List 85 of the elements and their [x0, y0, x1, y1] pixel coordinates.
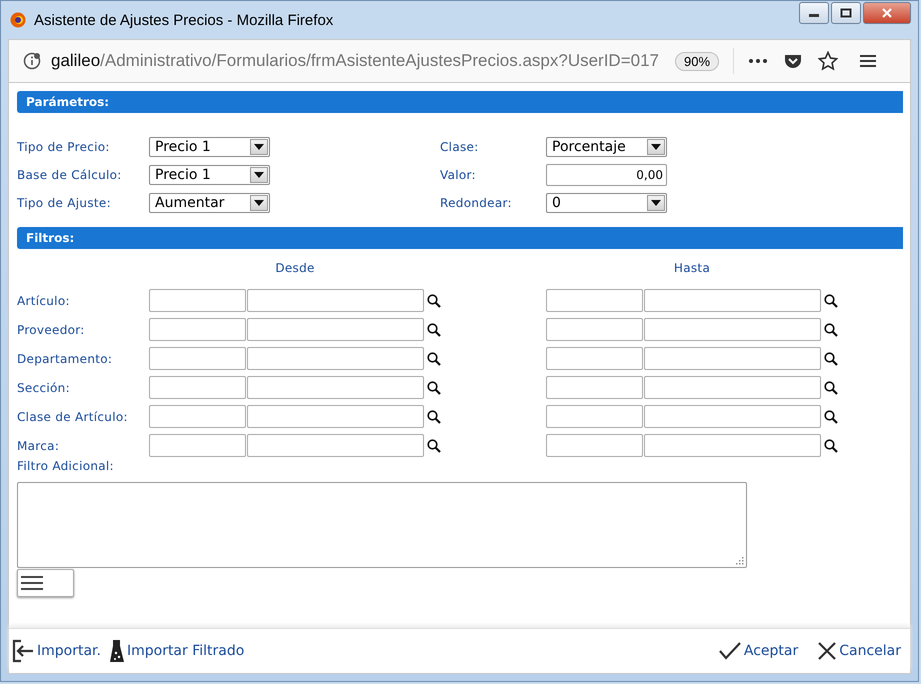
search-icon[interactable] [427, 352, 441, 366]
input-field[interactable] [546, 318, 643, 341]
search-icon[interactable] [824, 352, 838, 366]
search-icon[interactable] [824, 322, 838, 336]
field-label: Tipo de Ajuste: [17, 196, 112, 210]
flask-icon [110, 639, 124, 663]
field-label: Base de Cálculo: [17, 168, 123, 182]
search-icon[interactable] [824, 438, 838, 452]
check-icon [718, 642, 741, 660]
input-field[interactable] [644, 434, 821, 457]
section-header: Parámetros: [17, 91, 903, 113]
dropdown[interactable]: Porcentaje [546, 137, 667, 157]
action-button[interactable]: Aceptar [718, 642, 798, 660]
action-button[interactable]: Cancelar [818, 642, 901, 660]
more-icon[interactable] [748, 58, 768, 64]
star-icon[interactable] [818, 51, 838, 71]
pocket-icon[interactable] [784, 52, 802, 70]
resize-grip-icon[interactable] [735, 556, 744, 565]
input-field[interactable] [247, 376, 424, 399]
menu-icon[interactable] [860, 54, 876, 68]
input-field[interactable] [247, 347, 424, 370]
section-header: Filtros: [17, 227, 903, 249]
field-label: Clase de Artículo: [17, 410, 129, 424]
search-icon[interactable] [427, 438, 441, 452]
maximize-icon [840, 8, 852, 18]
dropdown[interactable]: Aumentar [149, 193, 270, 213]
input-field[interactable] [644, 289, 821, 312]
input-field[interactable] [644, 405, 821, 428]
input-field[interactable] [546, 405, 643, 428]
column-header: Desde [274, 260, 316, 275]
minimize-button[interactable] [799, 2, 829, 24]
input-field[interactable] [149, 318, 246, 341]
menu-button[interactable] [17, 569, 74, 597]
close-icon [818, 642, 836, 660]
search-icon[interactable] [824, 294, 838, 308]
field-label: Artículo: [17, 294, 71, 308]
input-field[interactable] [546, 289, 643, 312]
input-field[interactable] [149, 434, 246, 457]
input-field[interactable] [149, 376, 246, 399]
window-title: Asistente de Ajustes Precios - Mozilla Firefox [34, 12, 334, 28]
field-label: Valor: [440, 168, 477, 182]
search-icon[interactable] [427, 410, 441, 424]
maximize-button[interactable] [831, 2, 861, 24]
field-label: Marca: [17, 438, 60, 452]
search-icon[interactable] [427, 294, 441, 308]
input-field[interactable] [644, 376, 821, 399]
input-field[interactable] [247, 405, 424, 428]
input-field[interactable] [247, 289, 424, 312]
dropdown[interactable]: Precio 1 [149, 137, 270, 157]
field-label: Tipo de Precio: [17, 140, 111, 154]
import-icon [12, 639, 34, 663]
input-field[interactable] [546, 434, 643, 457]
search-icon[interactable] [824, 410, 838, 424]
search-icon[interactable] [427, 380, 441, 394]
search-icon[interactable] [427, 322, 441, 336]
browser-logo-icon [10, 12, 26, 28]
input-field[interactable] [247, 318, 424, 341]
field-label: Filtro Adicional: [17, 459, 115, 473]
input-field[interactable] [149, 347, 246, 370]
info-icon[interactable] [23, 52, 41, 70]
dropdown[interactable]: 0 [546, 193, 667, 213]
zoom-badge[interactable]: 90% [675, 52, 720, 70]
input-field[interactable] [247, 434, 424, 457]
address-bar[interactable]: galileo/Administrativo/Formularios/frmAsistenteAjustesPrecios.aspx?UserID=017 90% [8, 39, 911, 82]
input-field[interactable]: 0,00 [546, 164, 667, 186]
input-field[interactable] [644, 347, 821, 370]
url-text: galileo/Administrativo/Formularios/frmAsistenteAjustesPrecios.aspx?UserID=017 [51, 51, 659, 71]
input-field[interactable] [546, 376, 643, 399]
input-field[interactable] [644, 318, 821, 341]
field-label: Departamento: [17, 352, 114, 366]
input-field[interactable] [149, 405, 246, 428]
field-label: Proveedor: [17, 322, 86, 336]
input-field[interactable] [546, 347, 643, 370]
field-label: Clase: [440, 140, 480, 154]
field-label: Redondear: [440, 196, 513, 210]
search-icon[interactable] [824, 380, 838, 394]
action-button[interactable]: Importar. [12, 639, 101, 663]
menu-icon [20, 575, 44, 591]
input-field[interactable] [149, 289, 246, 312]
column-header: Hasta [672, 260, 712, 275]
action-button[interactable]: Importar Filtrado [110, 639, 244, 663]
close-icon [881, 8, 893, 18]
close-button[interactable] [863, 2, 911, 24]
dropdown[interactable]: Precio 1 [149, 165, 270, 185]
field-label: Sección: [17, 380, 71, 394]
